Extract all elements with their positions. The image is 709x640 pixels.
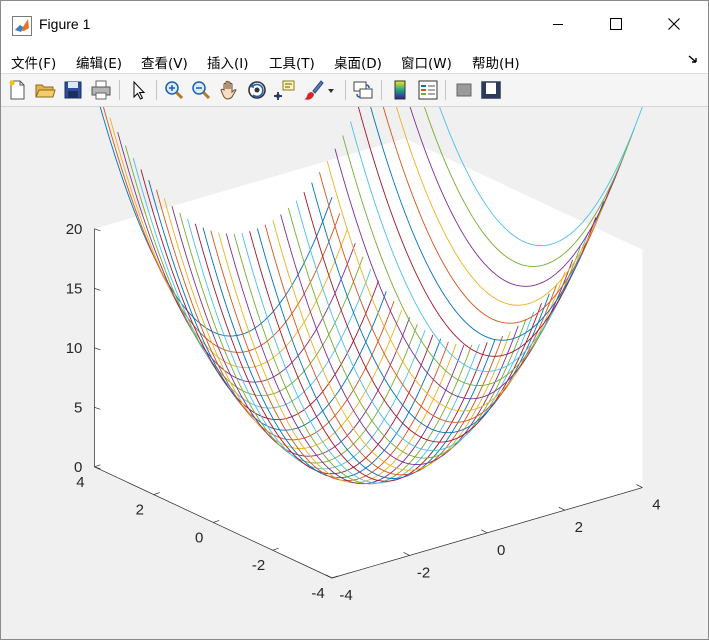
z-tick-label: 10 bbox=[66, 340, 83, 357]
link-plot-icon[interactable] bbox=[352, 79, 374, 101]
close-icon bbox=[668, 18, 680, 30]
y-tick-label: 0 bbox=[195, 529, 203, 546]
x-tick-label: -2 bbox=[417, 564, 430, 581]
save-icon[interactable] bbox=[62, 79, 84, 101]
z-tick-label: 5 bbox=[74, 399, 82, 416]
figure-canvas[interactable]: -4 -2 0 2 4 -4 -2 0 2 4 0 5 10 15 20 bbox=[3, 1, 706, 637]
title-bar[interactable]: Figure 1 bbox=[1, 1, 708, 47]
select-pointer-icon[interactable] bbox=[128, 79, 150, 101]
zoom-in-icon[interactable] bbox=[163, 79, 185, 101]
menu-desktop[interactable]: 桌面(D) bbox=[334, 52, 382, 72]
show-plot-tools-icon[interactable] bbox=[480, 79, 502, 101]
menu-edit[interactable]: 编辑(E) bbox=[76, 52, 122, 72]
hide-plot-tools-icon[interactable] bbox=[453, 79, 475, 101]
x-tick-label: -4 bbox=[339, 587, 352, 604]
x-tick-label: 0 bbox=[497, 542, 505, 559]
menu-bar: 文件(F) 编辑(E) 查看(V) 插入(I) 工具(T) 桌面(D) 窗口(W… bbox=[1, 47, 708, 74]
toolbar-separator bbox=[156, 80, 157, 100]
dock-arrow-icon[interactable] bbox=[687, 55, 699, 65]
menu-help[interactable]: 帮助(H) bbox=[472, 52, 520, 72]
x-tick-label: 4 bbox=[652, 497, 660, 514]
z-tick-label: 15 bbox=[66, 280, 83, 297]
toolbar-separator bbox=[345, 80, 346, 100]
brush-icon[interactable] bbox=[302, 79, 324, 101]
maximize-icon bbox=[610, 18, 622, 30]
brush-dropdown-icon[interactable] bbox=[325, 79, 337, 101]
close-button[interactable] bbox=[645, 1, 703, 47]
zoom-out-icon[interactable] bbox=[190, 79, 212, 101]
y-tick-label: -2 bbox=[252, 557, 265, 574]
toolbar-separator bbox=[381, 80, 382, 100]
matlab-logo-icon bbox=[12, 16, 32, 36]
maximize-button[interactable] bbox=[587, 1, 645, 47]
open-file-icon[interactable] bbox=[34, 79, 56, 101]
z-tick-label: 20 bbox=[66, 221, 83, 238]
y-tick-label: 2 bbox=[136, 502, 144, 519]
mesh-plot[interactable]: -4-2024-4-202405101520 bbox=[3, 1, 706, 637]
new-figure-icon[interactable] bbox=[6, 79, 28, 101]
toolbar-separator bbox=[119, 80, 120, 100]
y-tick-label: 4 bbox=[76, 474, 84, 491]
toolbar-separator bbox=[445, 80, 446, 100]
x-tick-label: 2 bbox=[575, 519, 583, 536]
rotate-3d-icon[interactable] bbox=[246, 79, 268, 101]
z-tick-label: 0 bbox=[74, 459, 82, 476]
pan-hand-icon[interactable] bbox=[218, 79, 240, 101]
figure-toolbar bbox=[1, 74, 708, 107]
y-tick-label: -4 bbox=[311, 585, 324, 602]
colorbar-icon[interactable] bbox=[389, 79, 411, 101]
minimize-button[interactable] bbox=[529, 1, 587, 47]
figure-window: Figure 1 文件(F) 编辑(E) 查看(V) 插入(I) 工具(T) 桌… bbox=[0, 0, 709, 640]
menu-view[interactable]: 查看(V) bbox=[141, 52, 188, 72]
data-cursor-icon[interactable] bbox=[274, 79, 296, 101]
print-icon[interactable] bbox=[90, 79, 112, 101]
axes-background bbox=[94, 138, 643, 578]
menu-insert[interactable]: 插入(I) bbox=[207, 52, 249, 72]
menu-tools[interactable]: 工具(T) bbox=[269, 52, 315, 72]
menu-file[interactable]: 文件(F) bbox=[11, 52, 56, 72]
window-title: Figure 1 bbox=[39, 16, 91, 32]
menu-window[interactable]: 窗口(W) bbox=[401, 52, 452, 72]
minimize-icon bbox=[553, 24, 563, 25]
legend-icon[interactable] bbox=[417, 79, 439, 101]
